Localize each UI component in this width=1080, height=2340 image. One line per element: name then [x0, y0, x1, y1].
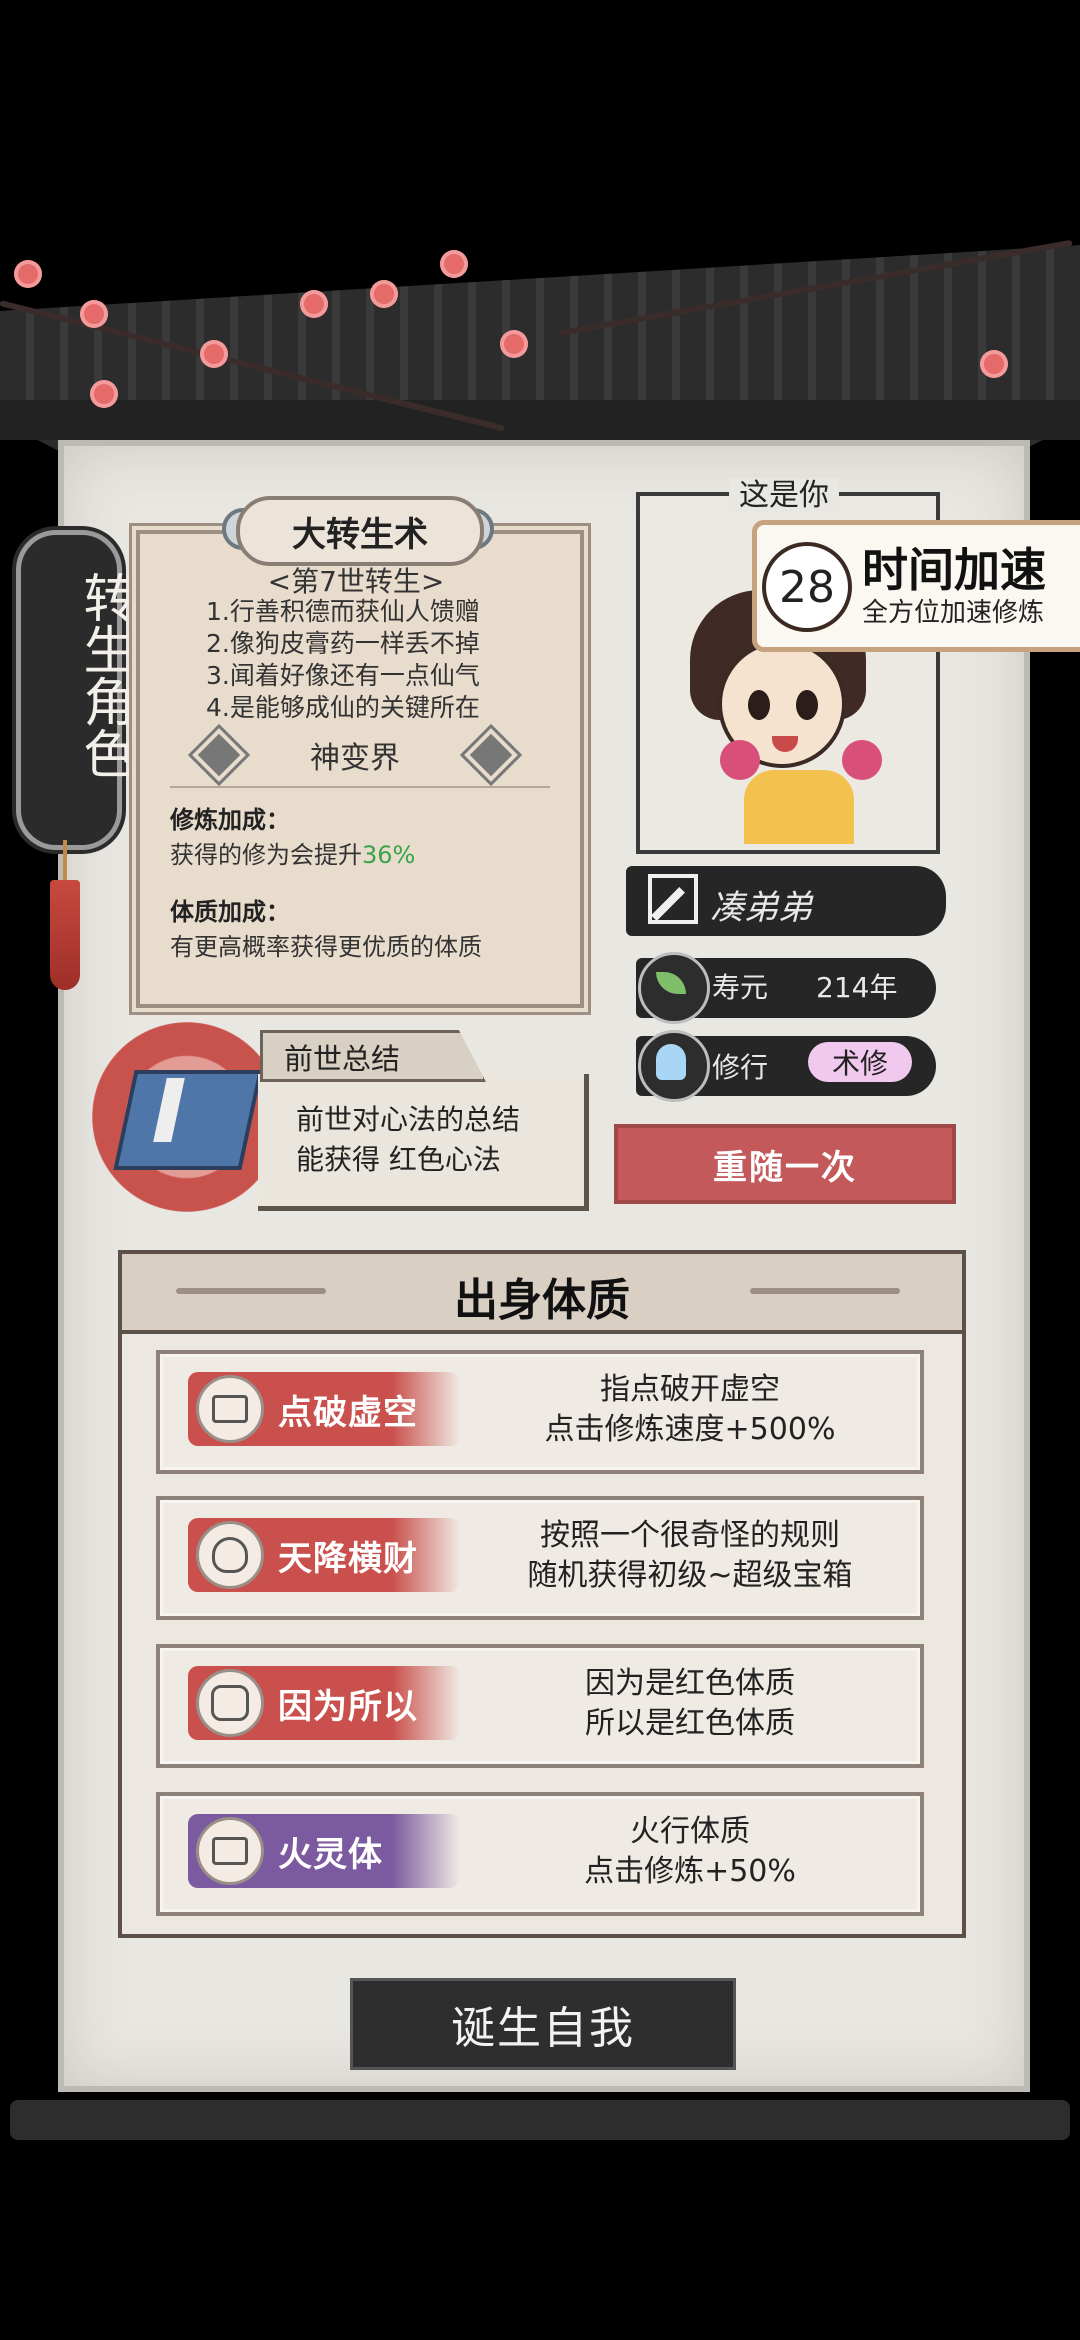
- technique-description: 1.行善积德而获仙人馈赠 2.像狗皮膏药一样丢不掉 3.闻着好像还有一点仙气 4…: [206, 596, 480, 724]
- rebirth-count: <第7世转生>: [267, 565, 445, 598]
- reroll-button[interactable]: 重随一次: [614, 1124, 956, 1204]
- speedup-count: 28: [779, 561, 835, 613]
- money-bag-icon: [196, 1521, 264, 1589]
- lifespan-label: 寿元: [712, 971, 769, 1004]
- tassel-cord: [63, 840, 67, 885]
- side-tag: 转生角色: [16, 530, 134, 850]
- panel-base: [10, 2100, 1070, 2140]
- constitution-name: 因为所以: [278, 1686, 418, 1727]
- scroll-icon: [196, 1817, 264, 1885]
- blossom-icon: [440, 250, 468, 278]
- divider: [170, 786, 550, 788]
- scroll-icon: [196, 1375, 264, 1443]
- constitution-name: 天降横财: [278, 1538, 418, 1579]
- diamond-icon: [464, 728, 518, 782]
- technique-line: 4.是能够成仙的关键所在: [206, 693, 480, 722]
- technique-line: 2.像狗皮膏药一样丢不掉: [206, 629, 480, 658]
- cultivation-bonus-text: 获得的修为会提升36%: [170, 841, 416, 869]
- cultivation-bonus: 修炼加成： 获得的修为会提升36%: [170, 800, 415, 870]
- constitution-row[interactable]: 点破虚空 指点破开虚空 点击修炼速度+500%: [156, 1350, 924, 1474]
- blossom-icon: [300, 290, 328, 318]
- speedup-title: 时间加速: [862, 543, 1046, 597]
- blossom-icon: [80, 300, 108, 328]
- character-eye: [796, 690, 818, 720]
- technique-title-plate: 大转生术: [236, 496, 484, 566]
- physique-bonus-text: 有更高概率获得更优质的体质: [170, 933, 482, 961]
- character-name: 凑弟弟: [710, 888, 812, 928]
- constitution-name: 火灵体: [278, 1834, 383, 1875]
- blossom-icon: [200, 340, 228, 368]
- realm-name: 神变界: [310, 741, 400, 776]
- character-eye: [748, 690, 770, 720]
- blossom-icon: [370, 280, 398, 308]
- fist-icon: [196, 1669, 264, 1737]
- technique-line: 3.闻着好像还有一点仙气: [206, 661, 480, 690]
- lifespan-value: 214年: [816, 971, 898, 1004]
- constitution-description: 按照一个很奇怪的规则 随机获得初级~超级宝箱: [527, 1518, 853, 1593]
- birth-button[interactable]: 诞生自我: [350, 1978, 736, 2070]
- blossom-icon: [500, 330, 528, 358]
- constitution-pill: 天降横财: [188, 1518, 460, 1592]
- cultivation-path-badge: 术修: [808, 1042, 912, 1082]
- hair-ornament: [842, 740, 882, 780]
- physique-bonus-heading: 体质加成：: [170, 898, 290, 926]
- tassel-decoration: [50, 880, 80, 990]
- speedup-count-badge: 28: [762, 542, 852, 632]
- meditation-figure: [656, 1044, 686, 1080]
- diamond-icon: [192, 728, 246, 782]
- constitution-pill: 火灵体: [188, 1814, 460, 1888]
- portrait-label: 这是你: [636, 470, 932, 514]
- constitution-description: 因为是红色体质 所以是红色体质: [585, 1666, 795, 1741]
- constitution-description: 指点破开虚空 点击修炼速度+500%: [544, 1372, 836, 1447]
- speedup-subtitle: 全方位加速修炼: [862, 598, 1045, 628]
- blossom-icon: [90, 380, 118, 408]
- physique-bonus: 体质加成： 有更高概率获得更优质的体质: [170, 892, 482, 962]
- constitution-row[interactable]: 火灵体 火行体质 点击修炼+50%: [156, 1792, 924, 1916]
- side-tag-label: 转生角色: [74, 571, 134, 779]
- technique-line: 1.行善积德而获仙人馈赠: [206, 597, 480, 626]
- blossom-icon: [980, 350, 1008, 378]
- constitution-row[interactable]: 因为所以 因为是红色体质 所以是红色体质: [156, 1644, 924, 1768]
- constitution-pill: 因为所以: [188, 1666, 460, 1740]
- cultivation-path-label: 修行: [712, 1051, 769, 1084]
- previous-life-title: 前世总结: [284, 1042, 401, 1076]
- constitution-description: 火行体质 点击修炼+50%: [584, 1814, 796, 1889]
- constitution-title: 出身体质: [454, 1275, 630, 1326]
- book-icon: [113, 1070, 263, 1170]
- realm-row: 神变界: [192, 728, 518, 782]
- roof-edge: [0, 400, 1080, 440]
- technique-title: 大转生术: [292, 514, 428, 555]
- character-robe: [744, 770, 854, 844]
- constitution-row[interactable]: 天降横财 按照一个很奇怪的规则 随机获得初级~超级宝箱: [156, 1496, 924, 1620]
- constitution-name: 点破虚空: [278, 1392, 418, 1433]
- blossom-icon: [14, 260, 42, 288]
- cultivation-bonus-heading: 修炼加成：: [170, 806, 290, 834]
- previous-life-line: 能获得 红色心法: [296, 1143, 501, 1176]
- previous-life-description: 前世对心法的总结 能获得 红色心法: [296, 1100, 520, 1180]
- constitution-pill: 点破虚空: [188, 1372, 460, 1446]
- cultivation-bonus-value: 36%: [362, 841, 416, 869]
- previous-life-line: 前世对心法的总结: [296, 1103, 521, 1136]
- hair-ornament: [720, 740, 760, 780]
